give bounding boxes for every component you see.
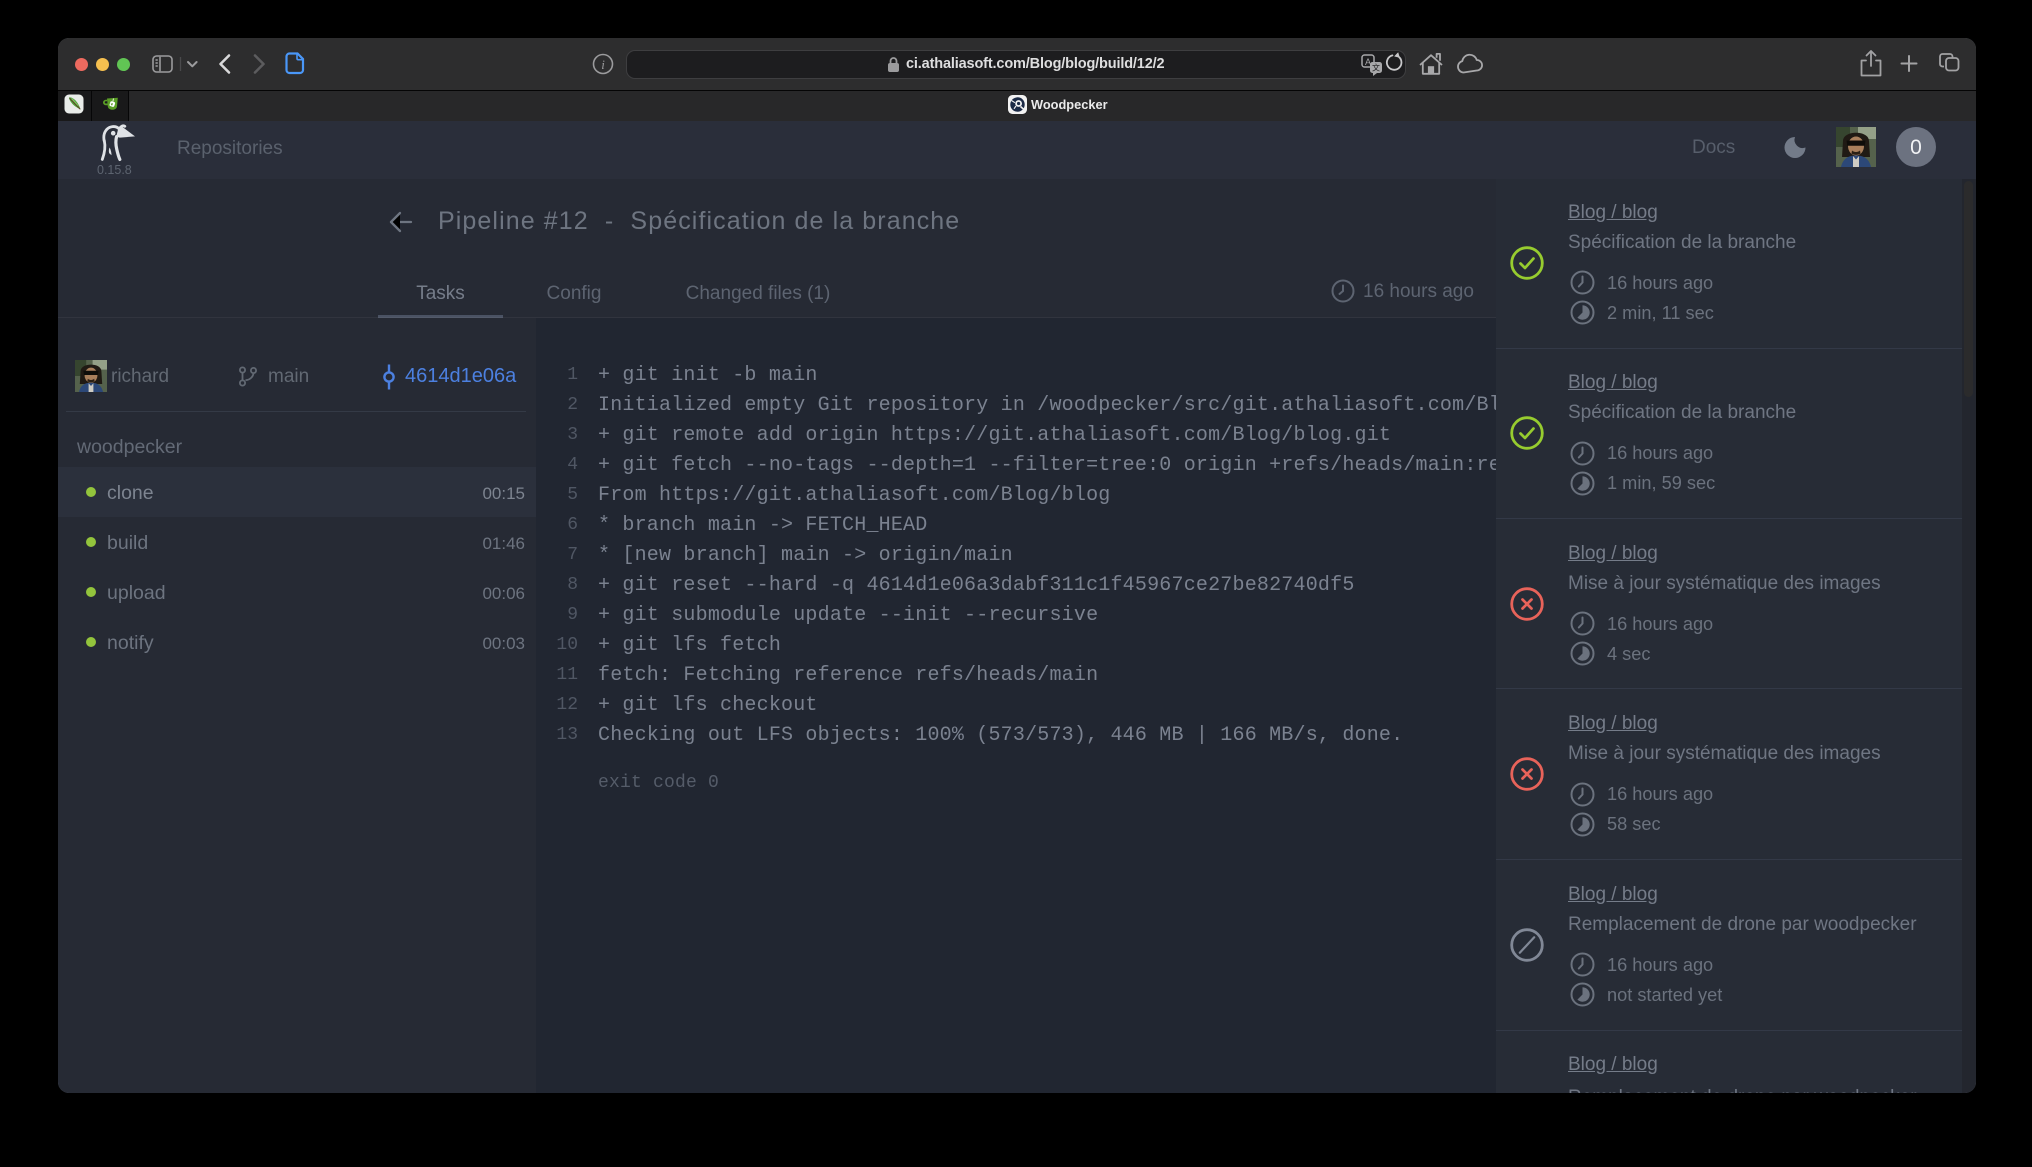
- svg-text:i: i: [601, 57, 605, 72]
- svg-text:文: 文: [1372, 63, 1380, 73]
